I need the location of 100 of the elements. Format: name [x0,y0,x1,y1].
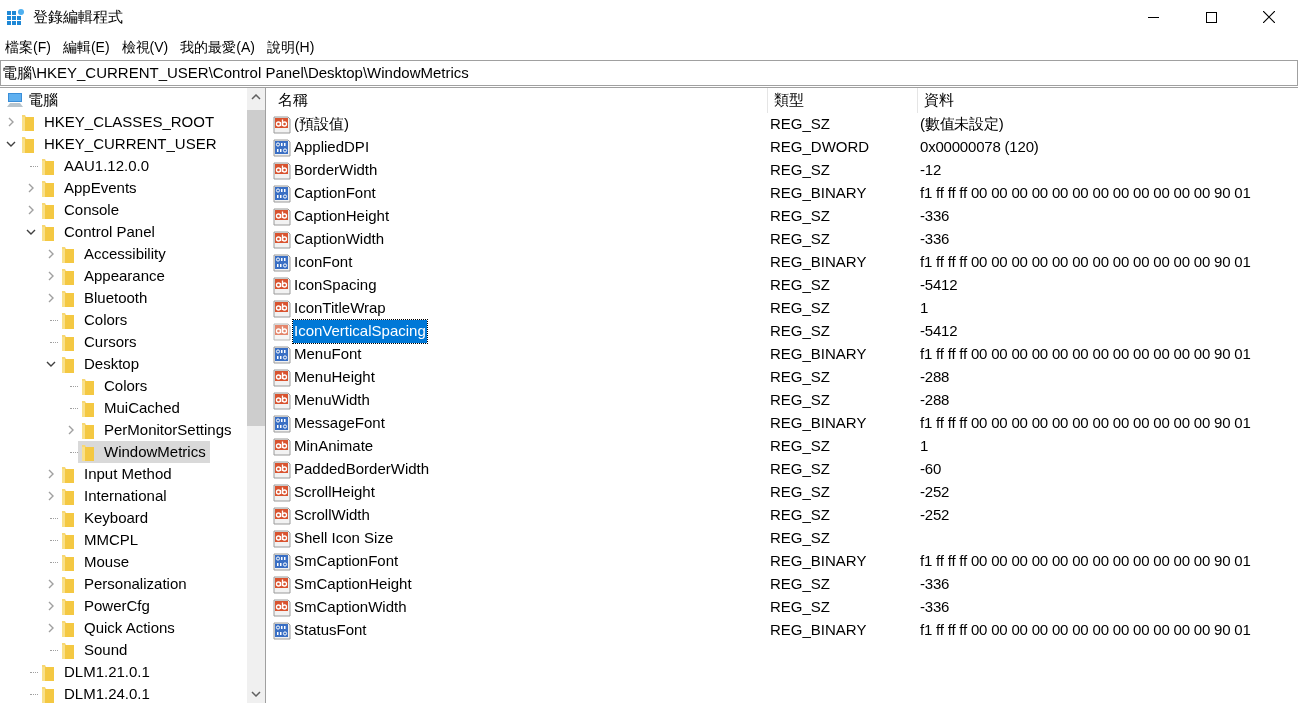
value-data: (數值未設定) [920,115,1004,133]
string-value-icon [273,391,291,410]
tree-item[interactable]: Colors [58,309,132,331]
value-data: f1 ff ff ff 00 00 00 00 00 00 00 00 00 00 00 00 90 01 [920,253,1251,271]
tree-item[interactable]: Accessibility [58,243,170,265]
value-name[interactable]: IconFont [293,251,354,274]
tree-item[interactable]: WindowMetrics [78,441,210,463]
collapsed-chevron-icon[interactable] [48,293,54,303]
folder-icon [82,443,94,461]
tree-item[interactable]: Desktop [58,353,144,375]
value-name[interactable]: MinAnimate [293,435,375,458]
tree-item[interactable]: Mouse [58,551,134,573]
expanded-chevron-icon[interactable] [26,229,36,235]
tree-item[interactable]: MuiCached [78,397,184,419]
value-type: REG_SZ [770,161,830,179]
collapsed-chevron-icon[interactable] [48,623,54,633]
string-value-icon [273,368,291,387]
value-name[interactable]: ScrollWidth [293,504,371,527]
menu-item[interactable]: 說明(H) [260,36,321,58]
column-header[interactable]: 類型 [768,88,918,113]
tree-item[interactable]: Personalization [58,573,191,595]
tree-item[interactable]: 電腦 [6,89,62,111]
binary-value-icon [273,345,291,364]
tree-item[interactable]: AAU1.12.0.0 [38,155,154,177]
collapsed-chevron-icon[interactable] [48,271,54,281]
value-data: 1 [920,437,929,455]
value-data: -252 [920,483,950,501]
binary-value-icon [273,138,291,157]
scrollbar-thumb[interactable] [247,110,265,426]
tree-item[interactable]: MMCPL [58,529,143,551]
value-name[interactable]: IconSpacing [293,274,378,297]
scrollbar[interactable] [247,88,265,703]
value-name[interactable]: CaptionWidth [293,228,386,251]
value-name[interactable]: IconVerticalSpacing [293,320,427,343]
value-data: 1 [920,299,929,317]
binary-value-icon [273,184,291,203]
collapsed-chevron-icon[interactable] [28,205,34,215]
collapsed-chevron-icon[interactable] [68,425,74,435]
menu-item[interactable]: 檔案(F) [0,36,57,58]
collapsed-chevron-icon[interactable] [28,183,34,193]
binary-value-icon [273,621,291,640]
tree-item[interactable]: Sound [58,639,132,661]
string-value-icon [273,598,291,617]
string-value-icon [273,460,291,479]
collapsed-chevron-icon[interactable] [48,469,54,479]
value-type: REG_BINARY [770,184,867,202]
tree-item[interactable]: Control Panel [38,221,159,243]
value-name[interactable]: CaptionFont [293,182,377,205]
tree-item[interactable]: Cursors [58,331,141,353]
value-name[interactable]: MessageFont [293,412,386,435]
value-name[interactable]: PaddedBorderWidth [293,458,431,481]
tree-item[interactable]: Input Method [58,463,176,485]
tree-item[interactable]: AppEvents [38,177,141,199]
value-name[interactable]: AppliedDPI [293,136,371,159]
expanded-chevron-icon[interactable] [46,361,56,367]
collapsed-chevron-icon[interactable] [48,601,54,611]
tree-item[interactable]: Keyboard [58,507,153,529]
value-name[interactable]: (預設值) [293,113,350,136]
tree-item[interactable]: PerMonitorSettings [78,419,236,441]
collapsed-chevron-icon[interactable] [8,117,14,127]
folder-icon [62,553,74,571]
value-name[interactable]: StatusFont [293,619,368,642]
tree-item[interactable]: Console [38,199,124,221]
tree-item[interactable]: DLM1.24.0.1 [38,683,154,703]
value-name[interactable]: MenuWidth [293,389,371,412]
tree-item[interactable]: Bluetooth [58,287,152,309]
menu-item[interactable]: 檢視(V) [115,36,175,58]
tree-item[interactable]: International [58,485,171,507]
value-name[interactable]: MenuFont [293,343,363,366]
tree-item[interactable]: HKEY_CLASSES_ROOT [18,111,219,133]
value-name[interactable]: BorderWidth [293,159,379,182]
tree-item[interactable]: HKEY_CURRENT_USER [18,133,221,155]
tree-item[interactable]: Quick Actions [58,617,179,639]
value-name[interactable]: SmCaptionWidth [293,596,408,619]
address-bar[interactable]: 電腦\HKEY_CURRENT_USER\Control Panel\Desktop\WindowMetrics [0,60,1298,86]
menu-item[interactable]: 編輯(E) [56,36,116,58]
value-data: -336 [920,598,950,616]
collapsed-chevron-icon[interactable] [48,579,54,589]
tree-item[interactable]: PowerCfg [58,595,154,617]
maximize-icon [1205,11,1217,23]
tree-item[interactable]: Appearance [58,265,169,287]
folder-icon [42,663,54,681]
binary-value-icon [273,552,291,571]
value-name[interactable]: MenuHeight [293,366,376,389]
value-name[interactable]: SmCaptionHeight [293,573,413,596]
tree-item[interactable]: Colors [78,375,152,397]
expanded-chevron-icon[interactable] [6,141,16,147]
collapsed-chevron-icon[interactable] [48,491,54,501]
collapsed-chevron-icon[interactable] [48,249,54,259]
tree-item[interactable]: DLM1.21.0.1 [38,661,154,683]
column-header[interactable]: 資料 [918,88,1298,113]
value-name[interactable]: IconTitleWrap [293,297,387,320]
value-name[interactable]: ScrollHeight [293,481,376,504]
value-name[interactable]: CaptionHeight [293,205,391,228]
folder-icon [62,245,74,263]
value-name[interactable]: SmCaptionFont [293,550,400,573]
column-header[interactable]: 名稱 [272,88,768,113]
value-name[interactable]: Shell Icon Size [293,527,395,550]
folder-icon [42,179,54,197]
menu-item[interactable]: 我的最愛(A) [174,36,261,58]
